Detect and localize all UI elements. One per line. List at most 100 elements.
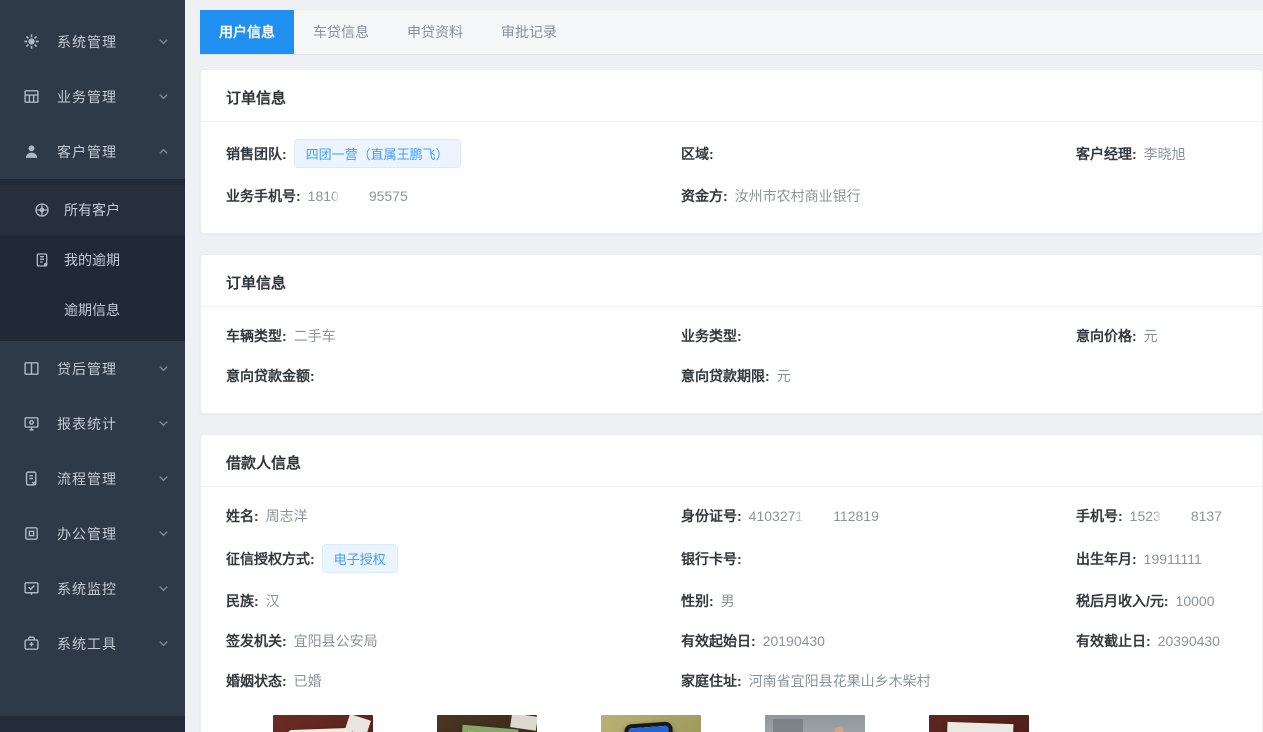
sidebar-item-office-management[interactable]: 办公管理 [0, 506, 185, 561]
sidebar-item-label: 业务管理 [57, 87, 158, 107]
field-label: 婚姻状态: [226, 671, 287, 691]
field-home-address: 家庭住址: 河南省宜阳县花果山乡木柴村 [681, 669, 1076, 693]
field-value: 男 [721, 591, 735, 611]
photo-person-with-car[interactable] [765, 715, 865, 732]
user-icon [23, 143, 40, 160]
field-label: 税后月收入/元: [1076, 591, 1169, 611]
field-valid-from: 有效起始日: 20190430 [681, 629, 1076, 653]
field-value: 19911111 [1144, 551, 1202, 567]
main-content: 用户信息 车贷信息 申贷资料 审批记录 订单信息 销售团队: 四团一营（直属王鹏… [185, 0, 1263, 732]
sidebar-item-my-overdue[interactable]: 我的逾期 [0, 235, 185, 285]
sidebar-item-overdue-info[interactable]: 逾期信息 [0, 285, 185, 335]
chevron-down-icon [158, 473, 169, 484]
field-value: 元 [777, 366, 791, 386]
grid-icon [23, 88, 40, 105]
field-account-manager: 客户经理: 李晓旭 [1076, 142, 1237, 166]
field-funder: 资金方: 汝州市农村商业银行 [681, 184, 1076, 208]
photo-license-booklet[interactable] [437, 715, 537, 732]
sidebar-item-label: 贷后管理 [57, 359, 158, 379]
credit-auth-tag[interactable]: 电子授权 [322, 544, 398, 573]
field-business-phone: 业务手机号: 181095575 [226, 184, 681, 208]
sidebar-item-workflow-management[interactable]: 流程管理 [0, 451, 185, 506]
sidebar-item-all-customers[interactable]: 所有客户 [0, 185, 185, 235]
tab-car-loan-info[interactable]: 车贷信息 [294, 10, 388, 54]
photo-item: 征信授权 [601, 715, 701, 732]
field-marital-status: 婚姻状态: 已婚 [226, 669, 681, 693]
field-label: 资金方: [681, 186, 728, 206]
field-label: 业务手机号: [226, 186, 301, 206]
field-intent-price: 意向价格: 元 [1076, 324, 1237, 348]
field-valid-to: 有效截止日: 20390430 [1076, 629, 1237, 653]
photo-phone-qr-code[interactable] [601, 715, 701, 732]
document-photos: 身份证 驾驶证证件 征信授权 [226, 701, 1237, 732]
chevron-up-icon [158, 146, 169, 157]
card-title: 订单信息 [201, 70, 1262, 122]
photo-id-card[interactable] [273, 715, 373, 732]
sales-team-tag[interactable]: 四团一营（直属王鹏飞） [294, 139, 461, 168]
field-business-type: 业务类型: [681, 324, 1076, 348]
field-label: 有效截止日: [1076, 631, 1151, 651]
sidebar-item-label: 系统监控 [57, 579, 158, 599]
sidebar-item-system-management[interactable]: 系统管理 [0, 14, 185, 69]
card-title: 订单信息 [201, 255, 1262, 307]
sidebar-item-customer-management[interactable]: 客户管理 [0, 124, 185, 179]
field-monthly-income: 税后月收入/元: 10000 [1076, 589, 1237, 613]
tab-user-info[interactable]: 用户信息 [200, 10, 294, 54]
field-bank-card: 银行卡号: [681, 547, 1076, 571]
field-id-number: 身份证号: 4103271112819 [681, 504, 1076, 528]
sidebar-item-business-management[interactable]: 业务管理 [0, 69, 185, 124]
field-value: 已婚 [294, 671, 322, 691]
card-title: 借款人信息 [201, 435, 1262, 487]
field-value: 20390430 [1158, 633, 1220, 649]
field-credit-auth-method: 征信授权方式: 电子授权 [226, 544, 681, 573]
chevron-down-icon [158, 363, 169, 374]
field-label: 意向价格: [1076, 326, 1137, 346]
photo-handwritten-document[interactable] [929, 715, 1029, 732]
sidebar-item-label: 报表统计 [57, 414, 158, 434]
sidebar-item-label: 客户管理 [57, 142, 158, 162]
sidebar-item-system-tools[interactable]: 系统工具 [0, 616, 185, 671]
chevron-down-icon [158, 528, 169, 539]
field-name: 姓名: 周志洋 [226, 504, 681, 528]
field-value: 李晓旭 [1144, 144, 1186, 164]
field-value: 4103271112819 [749, 508, 879, 524]
chevron-down-icon [158, 36, 169, 47]
field-value: 15238137 [1130, 508, 1222, 524]
field-label: 签发机关: [226, 631, 287, 651]
sidebar-item-label: 逾期信息 [64, 300, 120, 320]
field-label: 出生年月: [1076, 549, 1137, 569]
field-value: 汉 [266, 591, 280, 611]
field-value: 周志洋 [266, 506, 308, 526]
chevron-down-icon [158, 91, 169, 102]
field-birth-date: 出生年月: 19911111 [1076, 547, 1237, 571]
sidebar-item-label: 我的逾期 [64, 250, 120, 270]
redaction-blur [803, 509, 833, 524]
borrower-info-card: 借款人信息 姓名: 周志洋 身份证号: 4103271112819 手机号: 1… [200, 434, 1263, 732]
customers-icon [34, 202, 50, 218]
sidebar-submenu-customer: 所有客户 我的逾期 逾期信息 [0, 179, 185, 341]
field-label: 手机号: [1076, 506, 1123, 526]
field-vehicle-type: 车辆类型: 二手车 [226, 324, 681, 348]
tab-loan-application-docs[interactable]: 申贷资料 [388, 10, 482, 54]
field-gender: 性别: 男 [681, 589, 1076, 613]
sidebar-item-postloan-management[interactable]: 贷后管理 [0, 341, 185, 396]
photo-item: 村委证明 [929, 715, 1029, 732]
field-label: 业务类型: [681, 326, 742, 346]
tab-bar: 用户信息 车贷信息 申贷资料 审批记录 [200, 10, 1263, 55]
tab-approval-records[interactable]: 审批记录 [482, 10, 576, 54]
field-value: 181095575 [308, 188, 408, 204]
field-label: 家庭住址: [681, 671, 742, 691]
field-label: 姓名: [226, 506, 259, 526]
sidebar-item-label: 流程管理 [57, 469, 158, 489]
field-label: 车辆类型: [226, 326, 287, 346]
field-label: 意向贷款金额: [226, 366, 315, 386]
field-sales-team: 销售团队: 四团一营（直属王鹏飞） [226, 139, 681, 168]
order-info-card-2: 订单信息 车辆类型: 二手车 业务类型: 意向价格: 元 [200, 254, 1263, 414]
office-icon [23, 525, 40, 542]
sidebar-item-report-statistics[interactable]: 报表统计 [0, 396, 185, 451]
sidebar-item-label: 所有客户 [64, 200, 120, 220]
photo-item: 身份证 [273, 715, 373, 732]
sidebar-item-system-monitor[interactable]: 系统监控 [0, 561, 185, 616]
sidebar-item-label: 系统管理 [57, 32, 158, 52]
field-value: 元 [1144, 326, 1158, 346]
